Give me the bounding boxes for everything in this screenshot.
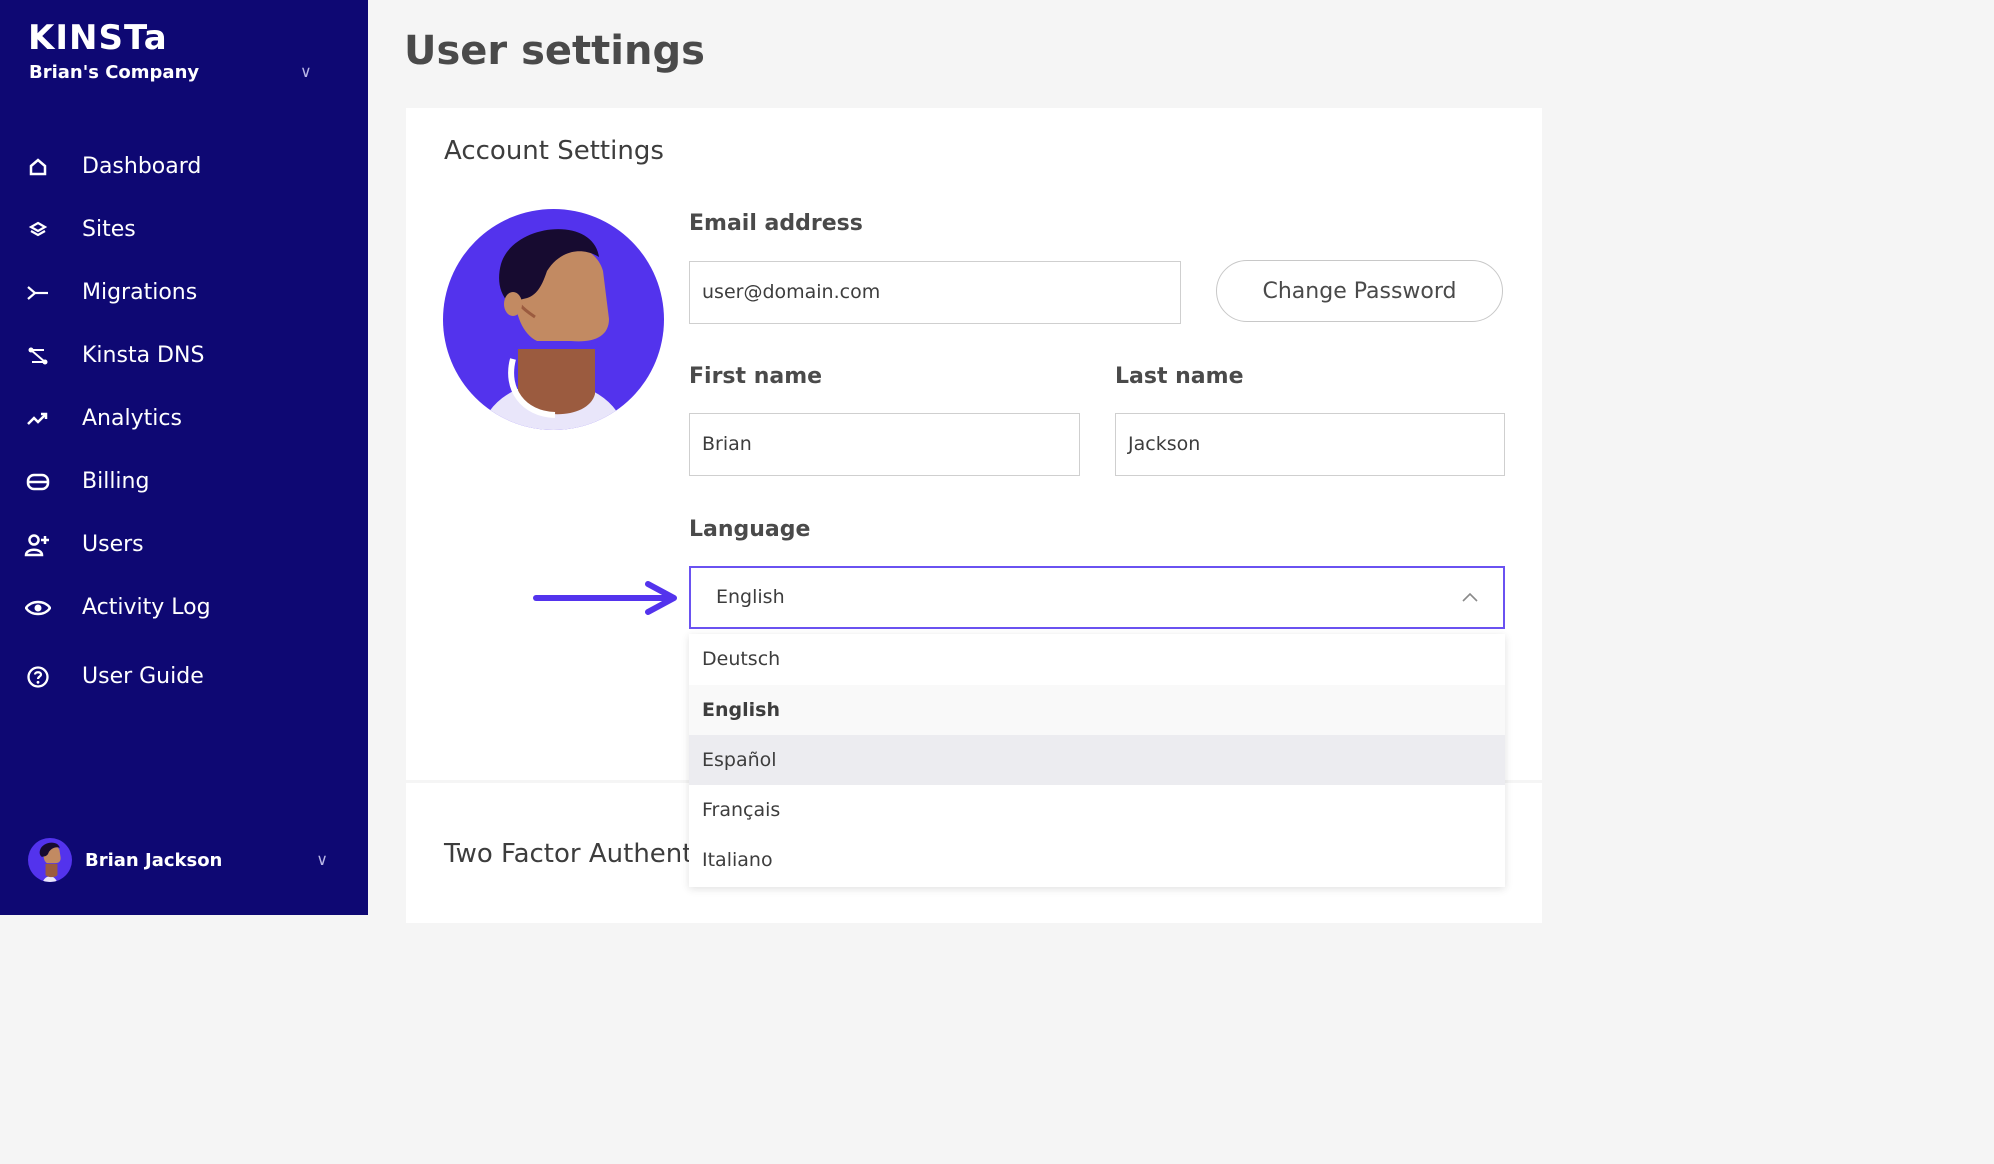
language-option-francais[interactable]: Français: [689, 785, 1505, 835]
language-option-italiano[interactable]: Italiano: [689, 835, 1505, 885]
sidebar-item-label: Migrations: [82, 280, 198, 305]
sidebar-item-label: Dashboard: [82, 154, 202, 179]
eye-icon: [24, 594, 52, 622]
chevron-up-icon: [1462, 592, 1478, 602]
dns-icon: [24, 342, 52, 370]
help-icon: [24, 663, 52, 691]
sidebar-item-dashboard[interactable]: Dashboard: [0, 135, 368, 198]
language-label: Language: [689, 517, 811, 542]
billing-icon: [24, 468, 52, 496]
last-name-field[interactable]: Jackson: [1115, 413, 1505, 476]
sidebar-item-label: Billing: [82, 469, 150, 494]
avatar[interactable]: [443, 209, 664, 430]
change-password-button[interactable]: Change Password: [1216, 260, 1503, 322]
language-option-espanol[interactable]: Español: [689, 735, 1505, 785]
sidebar-item-user-guide[interactable]: User Guide: [0, 645, 368, 708]
sidebar-item-label: Analytics: [82, 406, 182, 431]
email-field[interactable]: user@domain.com: [689, 261, 1181, 324]
language-option-english[interactable]: English: [689, 685, 1505, 735]
sidebar-item-label: Activity Log: [82, 595, 211, 620]
chevron-down-icon[interactable]: ∨: [300, 62, 312, 81]
language-option-deutsch[interactable]: Deutsch: [689, 634, 1505, 684]
arrow-right-icon: [533, 581, 677, 615]
sidebar-item-label: Kinsta DNS: [82, 343, 205, 368]
section-title: Account Settings: [444, 136, 664, 166]
sidebar-item-sites[interactable]: Sites: [0, 198, 368, 261]
sidebar-item-analytics[interactable]: Analytics: [0, 387, 368, 450]
add-user-icon: [24, 531, 52, 559]
language-select-value: English: [716, 586, 785, 608]
sidebar-item-label: Sites: [82, 217, 136, 242]
first-name-label: First name: [689, 364, 823, 389]
email-label: Email address: [689, 211, 863, 236]
trend-icon: [24, 405, 52, 433]
home-icon: [24, 153, 52, 181]
sidebar-item-migrations[interactable]: Migrations: [0, 261, 368, 324]
language-dropdown: Deutsch English Español Français Italian…: [689, 634, 1505, 887]
sidebar-item-users[interactable]: Users: [0, 513, 368, 576]
sidebar-nav: Dashboard Sites Migrations Kinsta DNS An…: [0, 135, 368, 708]
migrate-icon: [24, 279, 52, 307]
first-name-field[interactable]: Brian: [689, 413, 1080, 476]
chevron-down-icon[interactable]: ∨: [316, 850, 328, 869]
sidebar-item-label: User Guide: [82, 664, 204, 689]
page-title: User settings: [404, 28, 705, 74]
sidebar: KINSTa Brian's Company ∨ Dashboard Sites…: [0, 0, 368, 915]
layers-icon: [24, 216, 52, 244]
sidebar-item-activity-log[interactable]: Activity Log: [0, 576, 368, 639]
language-select[interactable]: English: [689, 566, 1505, 629]
company-name[interactable]: Brian's Company: [29, 62, 199, 83]
sidebar-item-billing[interactable]: Billing: [0, 450, 368, 513]
kinsta-logo[interactable]: KINSTa: [28, 18, 168, 58]
section-title: Two Factor Authenti: [444, 839, 700, 869]
sidebar-item-dns[interactable]: Kinsta DNS: [0, 324, 368, 387]
user-menu[interactable]: Brian Jackson ∨: [28, 838, 338, 882]
sidebar-item-label: Users: [82, 532, 144, 557]
last-name-label: Last name: [1115, 364, 1244, 389]
avatar: [28, 838, 72, 882]
user-name: Brian Jackson: [85, 849, 223, 871]
